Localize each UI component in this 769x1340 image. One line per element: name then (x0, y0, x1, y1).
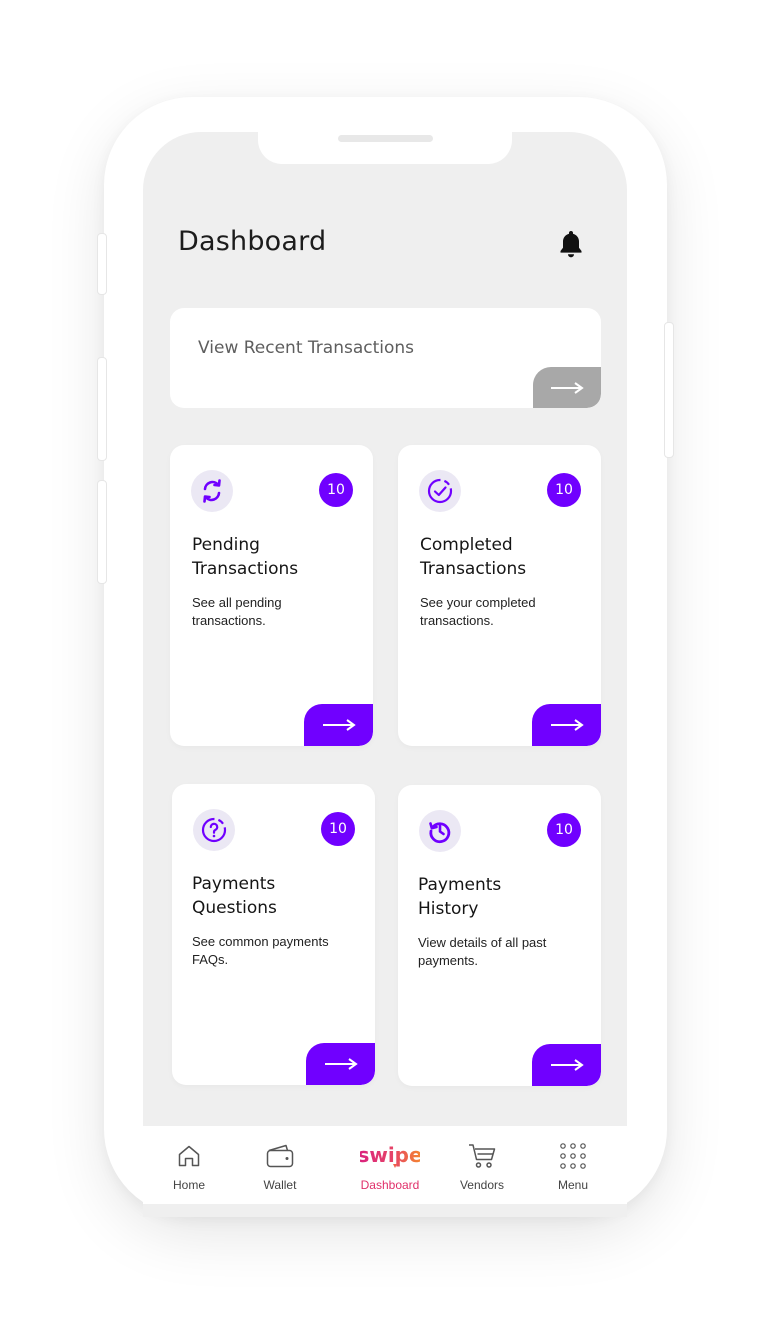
home-icon (149, 1140, 229, 1172)
recent-transactions-label: View Recent Transactions (198, 338, 415, 358)
nav-label: Menu (557, 1178, 589, 1192)
nav-label: Dashboard (360, 1178, 420, 1192)
card-title-line: History (418, 899, 479, 919)
card-title: Payments Questions (192, 872, 362, 920)
page-title: Dashboard (178, 226, 327, 257)
count-badge: 10 (547, 473, 581, 507)
card-title-line: Payments (418, 875, 502, 895)
phone-side-button (97, 357, 107, 461)
arrow-right-icon (551, 381, 584, 394)
card-arrow-button[interactable] (532, 1044, 601, 1086)
nav-label: Wallet (263, 1178, 297, 1192)
wallet-icon (240, 1140, 320, 1172)
card-title: Completed Transactions (420, 533, 590, 581)
nav-label: Vendors (459, 1178, 505, 1192)
logo-text: swipe (360, 1143, 420, 1167)
arrow-right-icon (550, 1059, 584, 1071)
recent-transactions-card[interactable]: View Recent Transactions (170, 308, 601, 408)
bottom-nav: Home Wallet swipe Dashboard Vendors Menu (143, 1126, 627, 1204)
card-description-line: payments. (418, 953, 478, 968)
cart-icon (442, 1140, 522, 1172)
nav-item-vendors[interactable]: Vendors (442, 1140, 522, 1192)
card-title-line: Transactions (192, 559, 299, 579)
arrow-right-icon (324, 1058, 358, 1070)
card-description-line: View details of all past (418, 935, 547, 950)
question-icon (193, 809, 235, 851)
card-description: See your completed transactions. (420, 594, 590, 630)
notch (258, 128, 512, 164)
card-arrow-button[interactable] (532, 704, 601, 746)
card-description-line: transactions. (192, 613, 266, 628)
phone-side-button (664, 322, 674, 458)
check-circle-icon (419, 470, 461, 512)
card-title: Payments History (418, 873, 588, 921)
arrow-right-icon (550, 719, 584, 731)
grid-icon (533, 1140, 613, 1172)
pending-transactions-card[interactable]: 10 Pending Transactions See all pending … (170, 445, 373, 746)
card-description-line: See your completed (420, 595, 536, 610)
recent-transactions-arrow-button[interactable] (533, 367, 601, 408)
count-badge: 10 (319, 473, 353, 507)
card-title: Pending Transactions (192, 533, 362, 581)
nav-item-home[interactable]: Home (149, 1140, 229, 1192)
card-description-line: See common payments (192, 934, 329, 949)
nav-label: Home (172, 1178, 205, 1192)
bell-icon[interactable] (558, 228, 584, 260)
card-description: See all pending transactions. (192, 594, 362, 630)
nav-item-dashboard[interactable]: swipe Dashboard (350, 1140, 430, 1192)
card-arrow-button[interactable] (306, 1043, 375, 1085)
nav-item-wallet[interactable]: Wallet (240, 1140, 320, 1192)
count-badge: 10 (321, 812, 355, 846)
phone-side-button (97, 480, 107, 584)
speaker (338, 135, 433, 142)
card-title-line: Transactions (420, 559, 527, 579)
completed-transactions-card[interactable]: 10 Completed Transactions See your compl… (398, 445, 601, 746)
card-title-line: Questions (192, 898, 277, 918)
card-title-line: Pending (192, 535, 260, 555)
card-title-line: Completed (420, 535, 513, 555)
nav-item-menu[interactable]: Menu (533, 1140, 613, 1192)
sync-icon (191, 470, 233, 512)
card-title-line: Payments (192, 874, 276, 894)
swipe-logo: swipe (350, 1140, 430, 1172)
card-description-line: See all pending (192, 595, 282, 610)
card-arrow-button[interactable] (304, 704, 373, 746)
count-badge: 10 (547, 813, 581, 847)
history-icon (419, 810, 461, 852)
card-description: View details of all past payments. (418, 934, 588, 970)
card-description: See common payments FAQs. (192, 933, 362, 969)
payments-history-card[interactable]: 10 Payments History View details of all … (398, 785, 601, 1086)
phone-side-button (97, 233, 107, 295)
card-description-line: FAQs. (192, 952, 229, 967)
arrow-right-icon (322, 719, 356, 731)
card-description-line: transactions. (420, 613, 494, 628)
payments-questions-card[interactable]: 10 Payments Questions See common payment… (172, 784, 375, 1085)
